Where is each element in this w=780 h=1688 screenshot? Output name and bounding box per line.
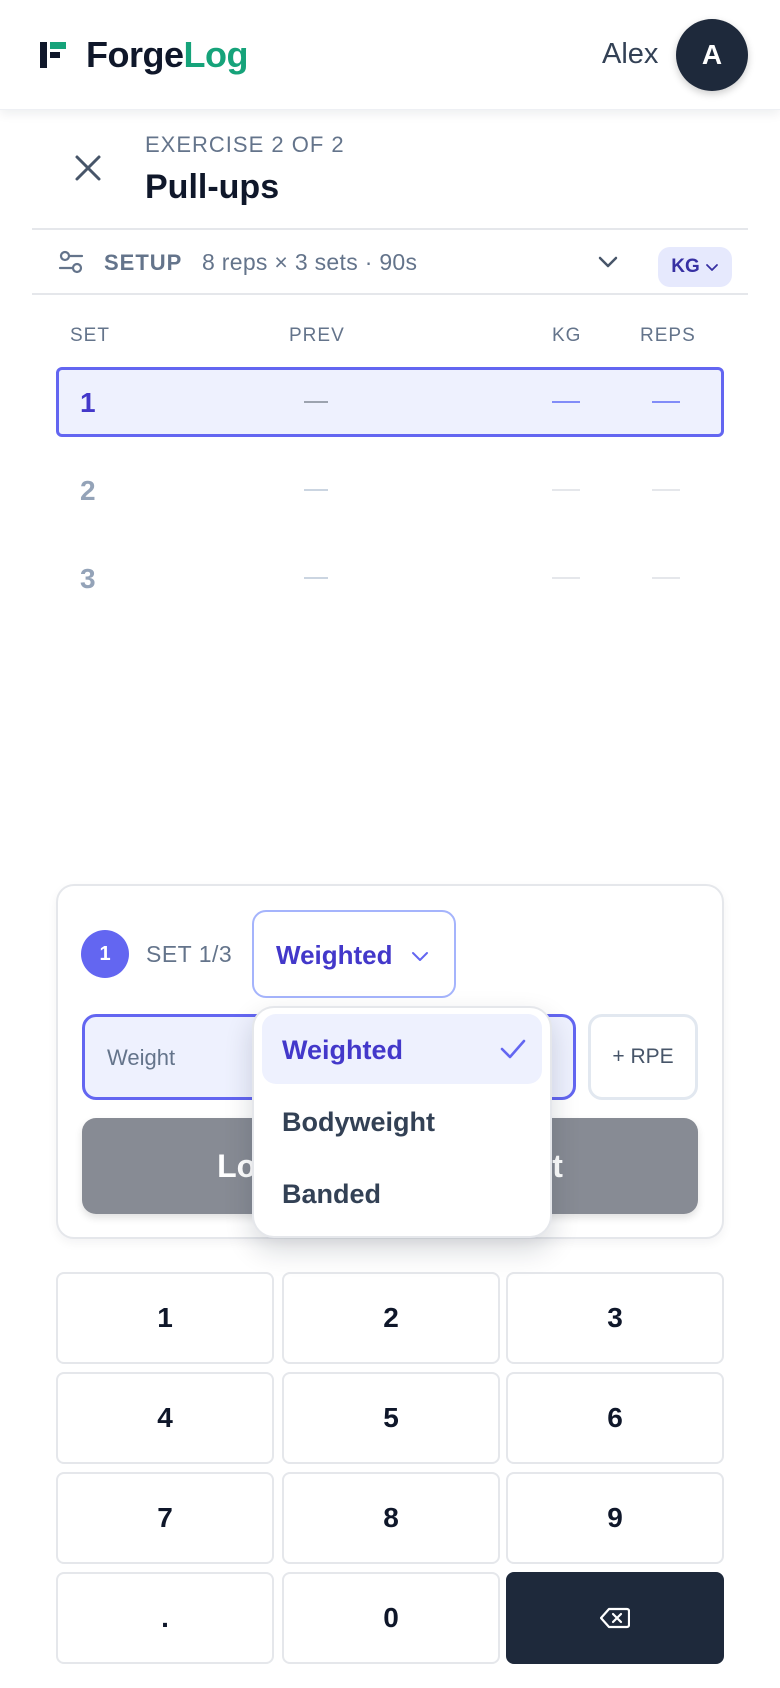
setup-label: SETUP (104, 250, 183, 275)
mode-select[interactable]: Weighted (252, 910, 456, 998)
column-header-set: SET (70, 325, 110, 346)
unit-label: KG (671, 256, 700, 277)
keypad-key-4[interactable]: 4 (56, 1372, 274, 1464)
table-row[interactable]: 1 (56, 367, 724, 437)
menu-item-banded[interactable]: Banded (262, 1158, 542, 1228)
mode-select-value: Weighted (276, 940, 393, 970)
column-header-reps: REPS (640, 325, 696, 346)
keypad-key-5[interactable]: 5 (282, 1372, 500, 1464)
keypad-key-6[interactable]: 6 (506, 1372, 724, 1464)
keypad-key-decimal[interactable]: . (56, 1572, 274, 1664)
kg-value-empty (552, 401, 580, 403)
menu-item-label: Weighted (282, 1035, 403, 1065)
weight-placeholder: Weight (107, 1045, 176, 1070)
reps-value-empty (652, 489, 680, 491)
brand-part-log: Log (183, 34, 249, 75)
set-number: 3 (80, 563, 96, 594)
kg-value-empty (552, 489, 580, 491)
keypad-key-3[interactable]: 3 (506, 1272, 724, 1364)
prev-value-empty (304, 577, 328, 579)
reps-value-empty (652, 577, 680, 579)
menu-item-label: Bodyweight (282, 1107, 435, 1137)
set-number: 2 (80, 475, 96, 506)
set-badge: 1 (81, 930, 129, 978)
reps-value-empty (652, 401, 680, 403)
column-header-kg: KG (552, 325, 582, 346)
setup-row[interactable]: SETUP 8 reps × 3 sets · 90s KG (32, 228, 748, 295)
keypad-key-8[interactable]: 8 (282, 1472, 500, 1564)
keypad-key-1[interactable]: 1 (56, 1272, 274, 1364)
mode-dropdown-menu: Weighted Bodyweight Banded (252, 1006, 552, 1238)
set-number: 1 (80, 387, 96, 418)
chevron-down-icon[interactable] (596, 250, 620, 274)
log-button-text-right: t (552, 1147, 563, 1184)
prev-value-empty (304, 401, 328, 403)
exercise-title: Pull-ups (145, 168, 280, 206)
unit-toggle[interactable]: KG (658, 247, 732, 287)
chevron-down-icon (412, 952, 428, 961)
set-progress: SET 1/3 (146, 941, 233, 967)
keypad-backspace-button[interactable] (506, 1572, 724, 1664)
chevron-down-icon (705, 264, 718, 271)
app-header: ForgeLog Alex A (0, 0, 780, 110)
column-header-prev: PREV (289, 325, 345, 346)
avatar[interactable]: A (676, 19, 748, 91)
backspace-icon (600, 1607, 630, 1629)
kg-value-empty (552, 577, 580, 579)
keypad-key-0[interactable]: 0 (282, 1572, 500, 1664)
menu-item-label: Banded (282, 1179, 382, 1209)
sliders-icon (58, 250, 84, 274)
brand-logo-text[interactable]: ForgeLog (86, 34, 249, 76)
close-icon (75, 155, 101, 181)
prev-value-empty (304, 489, 328, 491)
log-button-text-left: Lo (217, 1147, 257, 1184)
brand-part-forge: Forge (86, 34, 184, 75)
keypad-key-9[interactable]: 9 (506, 1472, 724, 1564)
add-rpe-button[interactable]: + RPE (588, 1014, 698, 1100)
table-row[interactable]: 3 (56, 543, 724, 613)
forgelog-logo-icon (40, 42, 66, 68)
exercise-counter: EXERCISE 2 OF 2 (145, 132, 345, 157)
keypad-key-7[interactable]: 7 (56, 1472, 274, 1564)
menu-item-bodyweight[interactable]: Bodyweight (262, 1086, 542, 1156)
user-name: Alex (602, 38, 659, 70)
close-button[interactable] (68, 148, 108, 188)
table-row[interactable]: 2 (56, 455, 724, 525)
menu-item-weighted[interactable]: Weighted (262, 1014, 542, 1084)
check-icon (500, 1039, 526, 1059)
setup-summary: 8 reps × 3 sets · 90s (202, 249, 418, 275)
keypad-key-2[interactable]: 2 (282, 1272, 500, 1364)
